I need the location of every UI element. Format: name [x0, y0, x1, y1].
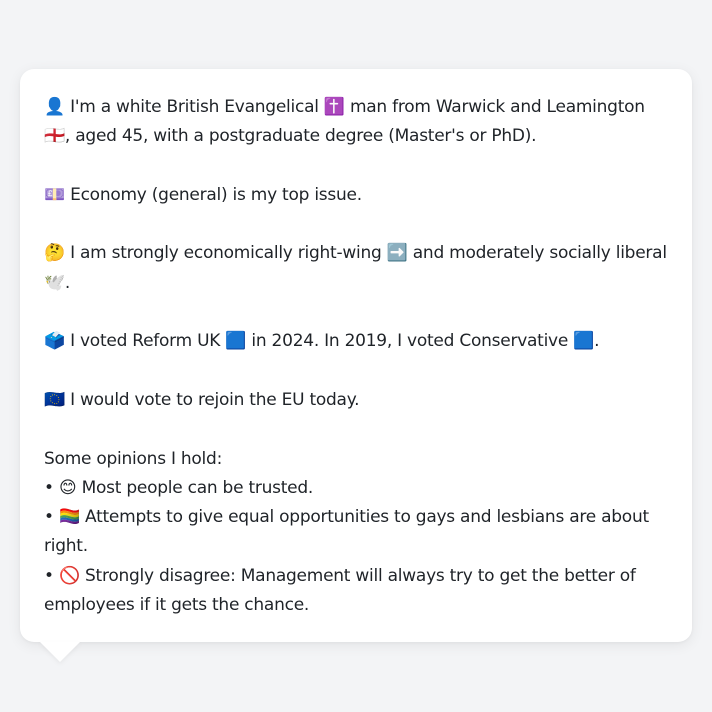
- conservative-color-square-icon: 🟦: [573, 331, 595, 352]
- opinions-heading: Some opinions I hold:: [44, 448, 223, 469]
- england-flag-icon: 🏴󠁧󠁢󠁥󠁮󠁧󠁿: [44, 126, 65, 147]
- intro-text-place: man from Warwick and Leamington: [349, 97, 645, 117]
- bubble-tail: [40, 642, 80, 662]
- opinion-item: • 😊 Most people can be trusted.: [44, 474, 668, 503]
- money-icon: 💷: [44, 184, 65, 205]
- intro-text-religion: I'm a white British Evangelical: [70, 97, 319, 117]
- vote-2019-text: in 2024. In 2019, I voted Conservative: [251, 331, 569, 352]
- top-issue-text: Economy (general) is my top issue.: [70, 184, 362, 205]
- opinion-text: Attempts to give equal opportunities to …: [44, 507, 649, 557]
- ideology-paragraph: 🤔 I am strongly economically right-wing …: [44, 239, 668, 298]
- ballot-box-icon: 🗳️: [44, 331, 65, 352]
- ideology-end-text: .: [64, 272, 71, 293]
- bullet: •: [44, 507, 54, 528]
- vote-paragraph: 🗳️ I voted Reform UK 🟦 in 2024. In 2019,…: [44, 327, 668, 356]
- reform-color-square-icon: 🟦: [225, 331, 247, 352]
- eu-text: I would vote to rejoin the EU today.: [70, 389, 360, 410]
- persona-message-bubble: 👤 I'm a white British Evangelical ✝️ man…: [20, 69, 692, 642]
- ideology-economic-text: I am strongly economically right-wing: [70, 243, 382, 264]
- opinion-item: • 🏳️‍🌈 Attempts to give equal opportunit…: [44, 503, 668, 562]
- eu-paragraph: 🇪🇺 I would vote to rejoin the EU today.: [44, 386, 668, 415]
- ideology-social-text: and moderately socially liberal: [412, 243, 667, 264]
- rainbow-flag-icon: 🏳️‍🌈: [58, 507, 80, 528]
- person-icon: 👤: [44, 97, 65, 117]
- opinion-item: • 🚫 Strongly disagree: Management will a…: [44, 562, 668, 621]
- opinion-text: Most people can be trusted.: [81, 477, 314, 498]
- intro-paragraph: 👤 I'm a white British Evangelical ✝️ man…: [44, 93, 668, 152]
- bullet: •: [44, 565, 54, 586]
- cross-icon: ✝️: [323, 97, 345, 117]
- vote-end-text: .: [594, 331, 600, 352]
- intro-text-age-education: , aged 45, with a postgraduate degree (M…: [64, 126, 537, 147]
- right-arrow-icon: ➡️: [386, 243, 408, 264]
- thinking-face-icon: 🤔: [44, 243, 65, 264]
- prohibited-icon: 🚫: [58, 565, 80, 586]
- dove-icon: 🕊️: [44, 272, 65, 293]
- eu-flag-icon: 🇪🇺: [44, 389, 65, 410]
- opinion-text: Strongly disagree: Management will alway…: [44, 565, 636, 616]
- bullet: •: [44, 477, 54, 498]
- vote-2024-text: I voted Reform UK: [70, 331, 221, 352]
- smiling-face-icon: 😊: [58, 477, 77, 498]
- top-issue-paragraph: 💷 Economy (general) is my top issue.: [44, 181, 668, 210]
